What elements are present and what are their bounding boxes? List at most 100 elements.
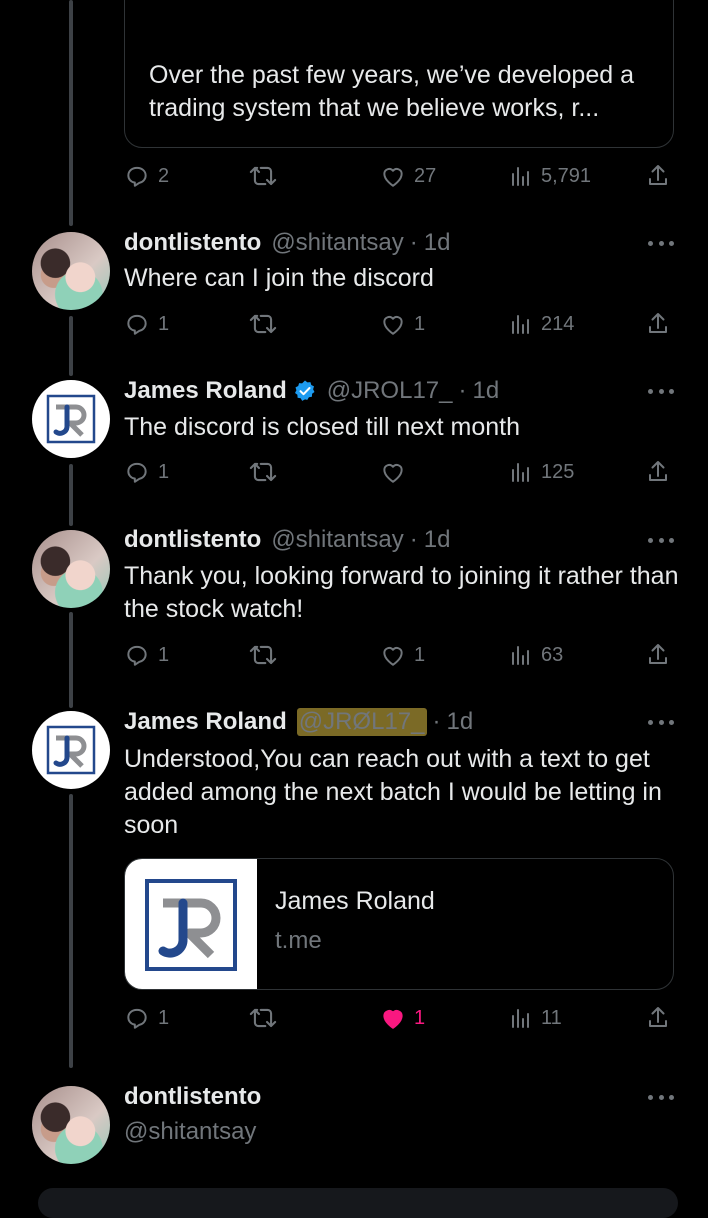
jr-logo-icon [46, 394, 96, 444]
thread-line [69, 464, 73, 526]
share-icon [649, 313, 667, 333]
verified-badge-icon [294, 380, 315, 401]
reply-button[interactable]: 1 [124, 635, 169, 675]
like-button[interactable]: 1 [380, 304, 425, 344]
tweet-text: The discord is closed till next month [124, 413, 521, 441]
views-count: 214 [541, 312, 575, 335]
quoted-tweet-text: Over the past few years, we’ve developed… [149, 61, 634, 122]
user-name[interactable]: James Roland [124, 708, 287, 736]
like-count: 1 [414, 1006, 426, 1029]
reply-count: 1 [158, 312, 170, 335]
retweet-icon [249, 1008, 277, 1028]
timestamp[interactable]: 1d [424, 229, 451, 257]
separator-dot: · [432, 708, 441, 735]
heart-icon [383, 464, 403, 483]
views-button[interactable]: 11 [509, 998, 562, 1038]
retweet-icon [249, 314, 277, 334]
tweet-text: Thank you, looking forward to joining it… [124, 562, 679, 623]
views-button[interactable]: 125 [509, 452, 574, 492]
thread-line [69, 316, 73, 376]
more-button[interactable] [648, 226, 674, 260]
tweet-header: James Roland @JRØL17_ · 1d [124, 705, 473, 739]
share-button[interactable] [646, 156, 670, 196]
more-button[interactable] [648, 1080, 674, 1114]
avatar[interactable] [32, 530, 110, 608]
user-handle[interactable]: @shitantsay [271, 526, 403, 554]
share-button[interactable] [646, 452, 670, 492]
jr-logo-icon [46, 725, 96, 775]
timestamp[interactable]: 1d [447, 708, 474, 736]
tweet-actions: 1 125 [124, 452, 674, 492]
views-count: 5,791 [541, 164, 592, 187]
reply-button[interactable]: 1 [124, 452, 169, 492]
retweet-button[interactable] [248, 452, 278, 492]
retweet-button[interactable] [248, 635, 278, 675]
views-icon [512, 1009, 529, 1028]
share-icon [649, 165, 667, 185]
reply-icon [127, 645, 147, 666]
avatar[interactable] [32, 232, 110, 310]
tweet-actions: 1 1 214 [124, 304, 674, 344]
timestamp[interactable]: 1d [424, 526, 451, 554]
views-button[interactable]: 5,791 [509, 156, 591, 196]
link-card[interactable]: James Roland t.me [124, 858, 674, 990]
avatar[interactable] [32, 1086, 110, 1164]
more-icon [648, 719, 653, 725]
thread-line [69, 612, 73, 708]
user-handle[interactable]: @shitantsay [271, 229, 403, 257]
retweet-button[interactable] [248, 304, 278, 344]
like-count: 1 [414, 312, 426, 335]
user-name[interactable]: dontlistento [124, 1083, 261, 1111]
reply-input-bar[interactable] [38, 1188, 678, 1218]
tweet-text: Understood,You can reach out with a text… [124, 745, 662, 839]
like-button[interactable]: 1 [380, 998, 425, 1038]
reply-count: 2 [158, 164, 170, 187]
share-button[interactable] [646, 635, 670, 675]
avatar[interactable] [32, 380, 110, 458]
user-handle[interactable]: @JRØL17_ [296, 708, 427, 736]
heart-icon [383, 647, 403, 666]
views-icon [512, 167, 529, 186]
user-name[interactable]: dontlistento [124, 229, 261, 257]
reply-icon [127, 314, 147, 335]
user-name[interactable]: James Roland [124, 377, 287, 405]
reply-icon [127, 166, 147, 187]
quoted-tweet[interactable]: Over the past few years, we’ve developed… [124, 0, 674, 148]
reply-button[interactable]: 2 [124, 156, 169, 196]
more-button[interactable] [648, 523, 674, 557]
user-name[interactable]: dontlistento [124, 526, 261, 554]
views-button[interactable]: 63 [509, 635, 563, 675]
like-button[interactable]: 1 [380, 635, 425, 675]
more-button[interactable] [648, 374, 674, 408]
separator-dot: · [458, 377, 467, 404]
reply-button[interactable]: 1 [124, 998, 169, 1038]
more-icon [648, 240, 653, 246]
link-card-domain: t.me [275, 927, 322, 954]
separator-dot: · [409, 229, 418, 256]
retweet-button[interactable] [248, 998, 278, 1038]
reply-button[interactable]: 1 [124, 304, 169, 344]
like-button[interactable] [380, 452, 414, 492]
tweet-actions: 2 27 5,791 [124, 156, 674, 196]
link-card-title: James Roland [275, 887, 435, 915]
thread-line [69, 0, 73, 226]
thread-line [69, 794, 73, 1068]
more-icon [648, 388, 653, 394]
views-icon [512, 646, 529, 665]
retweet-button[interactable] [248, 156, 278, 196]
avatar[interactable] [32, 711, 110, 789]
views-icon [512, 315, 529, 334]
share-button[interactable] [646, 304, 670, 344]
more-icon [648, 537, 653, 543]
user-handle[interactable]: @JROL17_ [327, 377, 453, 405]
heart-filled-icon [383, 1010, 403, 1029]
like-count: 1 [414, 643, 426, 666]
user-handle[interactable]: @shitantsay [124, 1115, 684, 1148]
more-icon [648, 1094, 653, 1100]
views-button[interactable]: 214 [509, 304, 574, 344]
share-button[interactable] [646, 998, 670, 1038]
like-button[interactable]: 27 [380, 156, 436, 196]
retweet-icon [249, 645, 277, 665]
more-button[interactable] [648, 705, 674, 739]
timestamp[interactable]: 1d [473, 377, 500, 405]
